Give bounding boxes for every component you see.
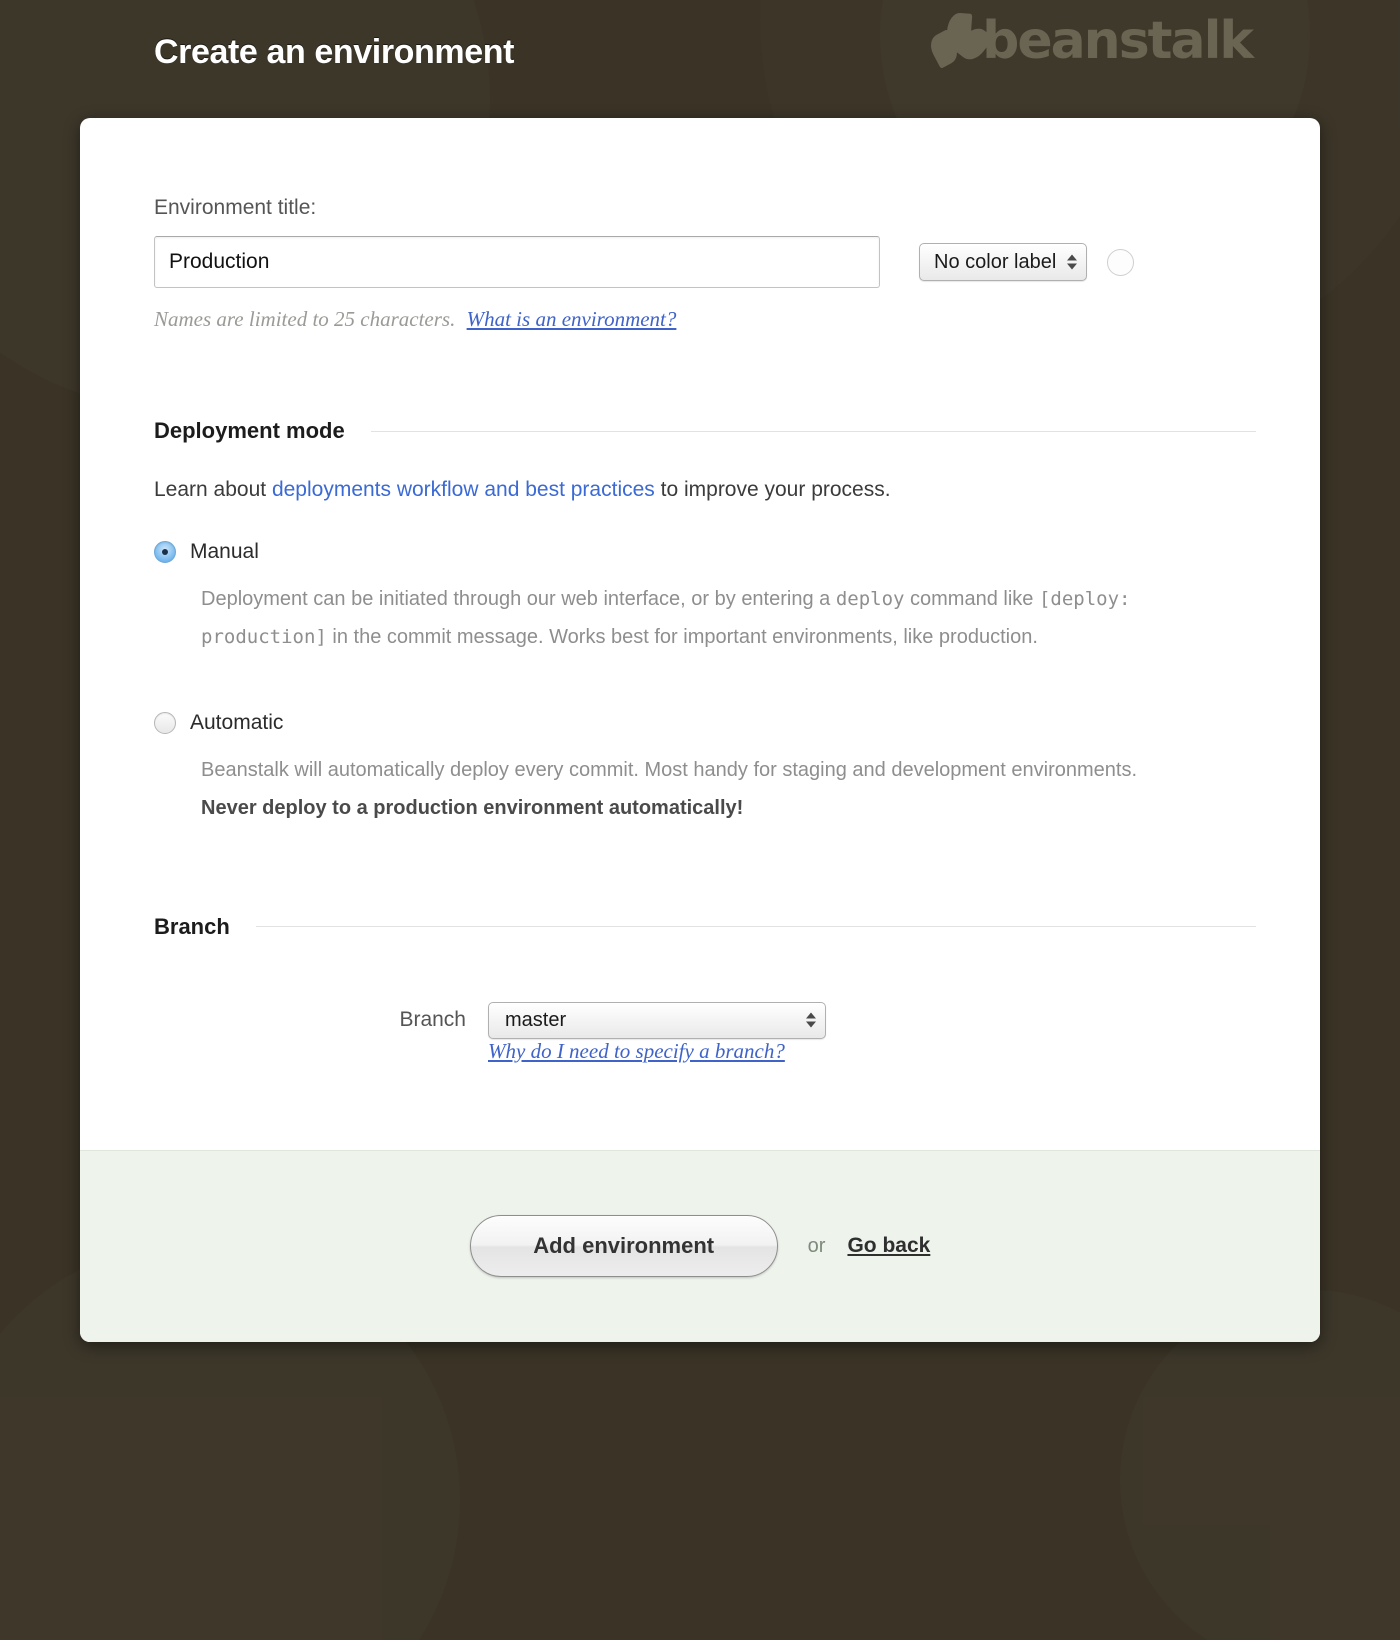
automatic-desc-part1: Beanstalk will automatically deploy ever…	[201, 758, 1138, 781]
radio-description-manual: Deployment can be initiated through our …	[201, 580, 1181, 657]
environment-title-hint: Names are limited to 25 characters. What…	[154, 307, 1256, 332]
branch-heading: Branch	[154, 913, 230, 939]
environment-title-field-group: Environment title: No color label Names …	[154, 196, 1256, 332]
brand-wordmark: beanstalk	[982, 11, 1254, 71]
branch-select-value: master	[505, 1008, 567, 1031]
color-label-select-value: No color label	[934, 250, 1057, 273]
branch-section: Branch Branch master Why do I need to sp…	[154, 914, 1256, 1064]
radio-row-automatic[interactable]: Automatic	[154, 711, 1256, 735]
leaf-icon	[925, 12, 995, 69]
heading-divider	[255, 926, 1256, 928]
hint-text: Names are limited to 25 characters.	[154, 307, 456, 331]
card-body: Environment title: No color label Names …	[80, 118, 1320, 1150]
color-label-select[interactable]: No color label	[919, 243, 1088, 281]
deployments-best-practices-link[interactable]: deployments workflow and best practices	[272, 478, 655, 501]
deployment-mode-heading-row: Deployment mode	[154, 418, 1256, 444]
radio-manual[interactable]	[154, 541, 176, 563]
go-back-link[interactable]: Go back	[847, 1234, 930, 1258]
what-is-an-environment-link[interactable]: What is an environment?	[467, 307, 677, 331]
branch-field-label: Branch	[399, 1008, 466, 1032]
branch-field-row: Branch master	[154, 1001, 1256, 1039]
deployment-option-manual: Manual Deployment can be initiated throu…	[154, 540, 1256, 657]
radio-label-manual: Manual	[190, 540, 259, 563]
automatic-desc-warning: Never deploy to a production environment…	[201, 797, 744, 820]
heading-divider	[370, 430, 1256, 432]
radio-automatic[interactable]	[154, 711, 176, 734]
manual-desc-part1: Deployment can be initiated through our …	[201, 588, 836, 610]
environment-title-label: Environment title:	[154, 196, 317, 219]
manual-desc-part3: in the commit message. Works best for im…	[326, 626, 1038, 649]
deployment-lead-text: Learn about deployments workflow and bes…	[154, 478, 1256, 502]
lead-prefix: Learn about	[154, 478, 272, 501]
environment-title-row: No color label	[154, 236, 1256, 288]
radio-row-manual[interactable]: Manual	[154, 540, 1256, 564]
deployment-mode-heading: Deployment mode	[154, 418, 345, 443]
radio-description-automatic: Beanstalk will automatically deploy ever…	[201, 751, 1181, 828]
stepper-arrows-icon	[806, 1012, 816, 1028]
body-bottom-spacer	[154, 1064, 1256, 1150]
lead-suffix: to improve your process.	[654, 478, 891, 501]
beanstalk-logo: beanstalk	[925, 11, 1254, 71]
page-header: Create an environment beanstalk	[0, 0, 1400, 118]
deployment-mode-section: Deployment mode Learn about deployments …	[154, 418, 1256, 828]
why-specify-branch-link[interactable]: Why do I need to specify a branch?	[488, 1039, 785, 1063]
stepper-arrows-icon	[1067, 254, 1078, 270]
radio-label-automatic: Automatic	[190, 710, 284, 734]
branch-select[interactable]: master	[488, 1001, 826, 1039]
add-environment-button[interactable]: Add environment	[469, 1215, 778, 1278]
create-environment-card: Environment title: No color label Names …	[80, 118, 1320, 1342]
page-title: Create an environment	[154, 33, 515, 71]
footer-or-text: or	[807, 1234, 826, 1257]
card-footer: Add environment or Go back	[80, 1149, 1320, 1342]
manual-desc-mono1: deploy	[835, 588, 905, 610]
branch-heading-row: Branch	[154, 914, 1256, 940]
background-blob	[1120, 1290, 1400, 1640]
environment-title-input[interactable]	[154, 236, 880, 288]
color-swatch-preview	[1107, 248, 1135, 276]
manual-desc-part2: command like	[904, 588, 1039, 610]
deployment-option-automatic: Automatic Beanstalk will automatically d…	[154, 711, 1256, 828]
